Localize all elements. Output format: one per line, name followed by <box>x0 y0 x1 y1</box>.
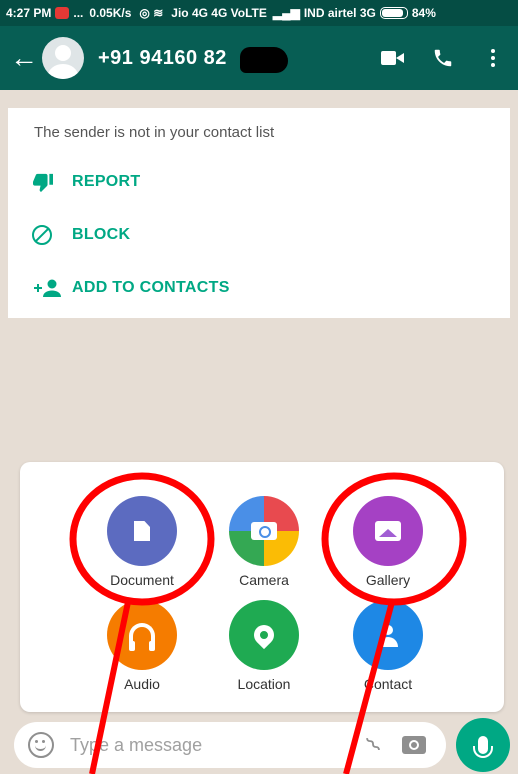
voice-call-button[interactable] <box>418 47 468 69</box>
emoji-icon[interactable] <box>28 732 54 758</box>
attachment-menu: Document Camera Gallery Audio Location C… <box>20 462 504 712</box>
attach-camera-label: Camera <box>239 572 289 588</box>
battery-percent: 84% <box>411 6 436 20</box>
message-input-bar: ⌇ <box>14 722 446 768</box>
block-icon <box>32 225 52 245</box>
document-icon <box>107 496 177 566</box>
notification-icon <box>55 7 70 19</box>
report-label: REPORT <box>72 173 141 190</box>
camera-icon[interactable] <box>402 736 426 754</box>
location-pin-icon <box>229 600 299 670</box>
thumbs-down-icon <box>33 173 53 192</box>
mic-icon <box>473 736 493 758</box>
status-dots: ... <box>73 6 84 20</box>
attach-document[interactable]: Document <box>87 496 197 588</box>
network-speed: 0.05K/s <box>89 6 132 20</box>
add-person-icon <box>34 279 61 297</box>
report-button[interactable]: REPORT <box>8 162 510 202</box>
gallery-icon <box>353 496 423 566</box>
attach-location-label: Location <box>237 676 291 692</box>
more-options-button[interactable] <box>468 49 518 67</box>
video-call-button[interactable] <box>368 50 418 66</box>
video-call-icon <box>381 50 405 66</box>
attach-document-label: Document <box>110 572 174 588</box>
attach-location[interactable]: Location <box>209 600 319 692</box>
attach-gallery-label: Gallery <box>365 572 411 588</box>
avatar[interactable] <box>42 37 84 79</box>
status-bar: 4:27 PM ... 0.05K/s ◎ ≋ Jio 4G 4G VoLTE … <box>0 0 518 26</box>
add-to-contacts-label: ADD TO CONTACTS <box>72 279 230 296</box>
attach-gallery[interactable]: Gallery <box>333 496 443 588</box>
contact-icon <box>353 600 423 670</box>
battery-icon <box>379 7 408 19</box>
status-time: 4:27 PM <box>6 6 52 20</box>
wifi-icon: ◎ ≋ <box>139 6 164 20</box>
camera-icon <box>229 496 299 566</box>
more-vert-icon <box>491 49 495 67</box>
sender-notice: The sender is not in your contact list <box>34 124 275 141</box>
chat-title[interactable]: +91 94160 82 <box>98 46 288 73</box>
redaction-mark <box>240 46 288 73</box>
attach-audio[interactable]: Audio <box>87 600 197 692</box>
headphones-icon <box>107 600 177 670</box>
contact-number: +91 94160 82 <box>98 46 227 69</box>
unknown-sender-card: The sender is not in your contact list R… <box>8 108 510 318</box>
network-1: Jio 4G 4G VoLTE <box>171 6 267 20</box>
paperclip-icon[interactable]: ⌇ <box>351 722 398 769</box>
network-2: IND airtel 3G <box>303 6 376 20</box>
mic-button[interactable] <box>456 718 510 772</box>
block-button[interactable]: BLOCK <box>8 215 510 255</box>
add-to-contacts-button[interactable]: ADD TO CONTACTS <box>8 268 510 308</box>
attach-contact-label: Contact <box>363 676 413 692</box>
attach-contact[interactable]: Contact <box>333 600 443 692</box>
arrow-left-icon[interactable]: ← <box>6 42 42 74</box>
attach-camera[interactable]: Camera <box>209 496 319 588</box>
phone-icon <box>434 49 452 67</box>
message-input[interactable] <box>68 733 354 757</box>
block-label: BLOCK <box>72 226 131 243</box>
chat-header: ← +91 94160 82 <box>0 26 518 90</box>
attach-audio-label: Audio <box>124 676 160 692</box>
signal-icon: ▂▄▆ <box>272 6 300 20</box>
